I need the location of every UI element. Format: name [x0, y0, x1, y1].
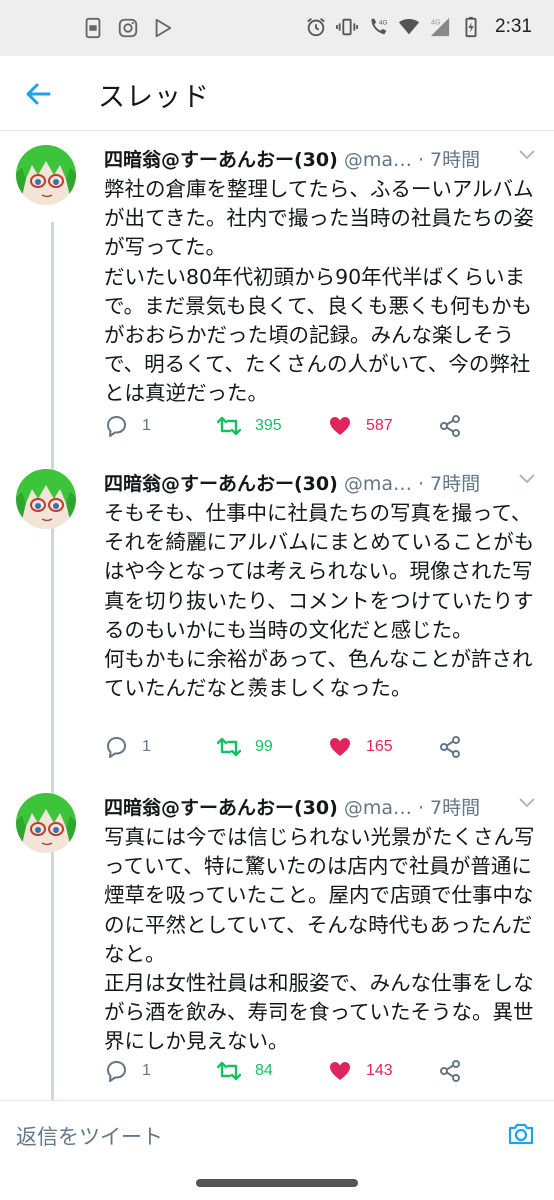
author-handle[interactable]: @ma… [344, 473, 412, 495]
heart-icon [330, 417, 350, 435]
wifi-icon [398, 18, 420, 35]
retweet-button[interactable]: 395 [217, 414, 282, 438]
tweet-actions: 1 395 587 [104, 414, 484, 444]
like-count: 165 [366, 738, 393, 755]
retweet-count: 395 [255, 417, 282, 434]
like-count: 143 [366, 1062, 393, 1079]
retweet-icon [217, 416, 241, 436]
avatar-image [16, 145, 76, 205]
reply-button[interactable]: 1 [104, 735, 151, 759]
page-title: スレッド [98, 82, 210, 113]
share-button[interactable] [438, 735, 462, 759]
tweet-header: 四暗翁@すーあんおー(30) @ma… · 7時間 [104, 145, 534, 175]
phone-alert-icon [85, 17, 101, 39]
tweet-time: · 7時間 [417, 149, 481, 171]
status-time: 2:31 [495, 16, 532, 37]
reply-icon [107, 737, 126, 758]
author-handle[interactable]: @ma… [344, 149, 412, 171]
tweet-time: · 7時間 [417, 797, 481, 819]
tweet-header: 四暗翁@すーあんおー(30) @ma… · 7時間 [104, 793, 534, 823]
avatar-image [16, 469, 76, 529]
avatar[interactable] [16, 145, 76, 205]
signal-icon: 4G [430, 17, 450, 37]
reply-icon [107, 416, 126, 437]
camera-icon[interactable] [506, 1119, 536, 1149]
share-button[interactable] [438, 1059, 462, 1083]
tweet-text: 写真には今では信じられない光景がたくさん写っていて、特に驚いたのは店内で社員が普… [104, 825, 535, 1054]
share-icon [440, 1060, 460, 1082]
reply-icon [107, 1061, 126, 1082]
reply-button[interactable]: 1 [104, 414, 151, 438]
battery-charging-icon [465, 16, 477, 38]
retweet-button[interactable]: 84 [217, 1059, 273, 1083]
heart-icon [330, 738, 350, 756]
reply-composer: 返信をツイート [0, 1100, 554, 1166]
tweet-actions: 1 84 143 [104, 1059, 484, 1089]
reply-input[interactable]: 返信をツイート [16, 1121, 163, 1151]
avatar[interactable] [16, 793, 76, 853]
alarm-icon [307, 18, 325, 37]
tweet-time: · 7時間 [417, 473, 481, 495]
like-button[interactable]: 587 [328, 414, 393, 438]
chevron-down-icon[interactable] [518, 796, 536, 810]
tweet-actions: 1 99 165 [104, 735, 484, 765]
reply-count: 1 [142, 417, 151, 434]
play-store-icon [155, 18, 172, 38]
avatar[interactable] [16, 469, 76, 529]
chevron-down-icon[interactable] [518, 148, 536, 162]
thread-header: スレッド [0, 56, 554, 131]
retweet-button[interactable]: 99 [217, 735, 273, 759]
tweet-header: 四暗翁@すーあんおー(30) @ma… · 7時間 [104, 469, 534, 499]
retweet-count: 84 [255, 1062, 273, 1079]
reply-count: 1 [142, 738, 151, 755]
tweet-text: 弊社の倉庫を整理してたら、ふるーいアルバムが出てきた。社内で撮った当時の社員たち… [104, 177, 534, 406]
reply-count: 1 [142, 1062, 151, 1079]
tweet[interactable]: 四暗翁@すーあんおー(30) @ma… · 7時間 弊社の倉庫を整理してたら、ふるー… [0, 131, 554, 454]
chevron-down-icon[interactable] [518, 472, 536, 486]
author-handle[interactable]: @ma… [344, 797, 412, 819]
retweet-icon [217, 1061, 241, 1081]
network-label: 4G [379, 19, 388, 26]
system-nav-bar [0, 1166, 554, 1200]
reply-button[interactable]: 1 [104, 1059, 151, 1083]
share-icon [440, 415, 460, 437]
status-bar-left [82, 17, 174, 39]
like-count: 587 [366, 417, 393, 434]
status-bar: 4G 4G 2:31 [0, 0, 554, 56]
status-bar-right: 4G 4G 2:31 [305, 16, 532, 38]
wifi-calling-icon: 4G [371, 18, 388, 35]
share-icon [440, 736, 460, 758]
heart-icon [330, 1062, 350, 1080]
back-arrow-icon[interactable] [22, 78, 54, 110]
home-gesture-pill[interactable] [196, 1179, 358, 1187]
author-name[interactable]: 四暗翁@すーあんおー(30) [104, 473, 338, 495]
tweet[interactable]: 四暗翁@すーあんおー(30) @ma… · 7時間 写真には今では信じられない光景が… [0, 779, 554, 1102]
author-name[interactable]: 四暗翁@すーあんおー(30) [104, 797, 338, 819]
network-label-2: 4G [431, 17, 441, 26]
instagram-icon [118, 18, 138, 38]
tweet[interactable]: 四暗翁@すーあんおー(30) @ma… · 7時間 そもそも、仕事中に社員たちの写真… [0, 455, 554, 778]
like-button[interactable]: 165 [328, 735, 393, 759]
avatar-image [16, 793, 76, 853]
share-button[interactable] [438, 414, 462, 438]
author-name[interactable]: 四暗翁@すーあんおー(30) [104, 149, 338, 171]
vibrate-icon [336, 18, 359, 36]
retweet-count: 99 [255, 738, 273, 755]
tweet-text: そもそも、仕事中に社員たちの写真を撮って、それを綺麗にアルバムにまとめていること… [104, 501, 535, 701]
retweet-icon [217, 737, 241, 757]
like-button[interactable]: 143 [328, 1059, 393, 1083]
